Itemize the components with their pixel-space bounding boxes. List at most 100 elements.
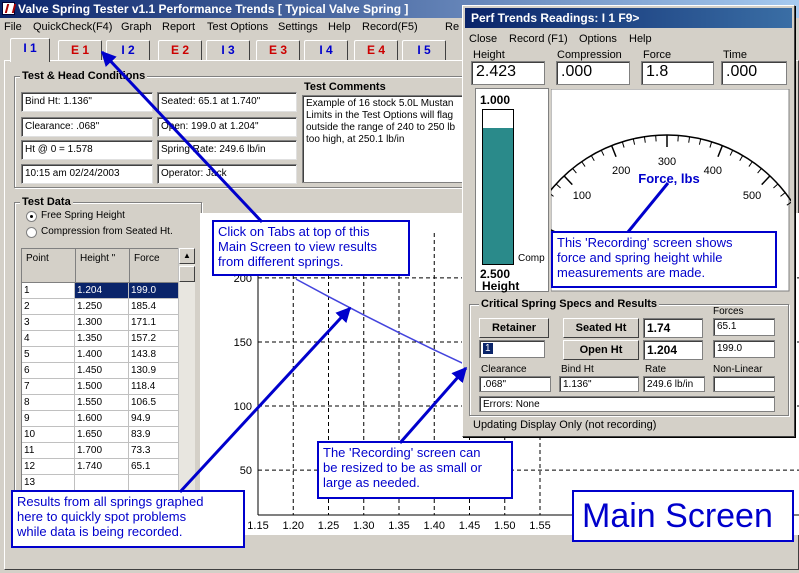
perf-menu-record[interactable]: Record (F1) <box>509 33 568 45</box>
height-readout: 2.423 <box>471 61 545 85</box>
clearance-field[interactable]: Clearance: .068" <box>21 117 153 137</box>
open-force-value[interactable]: 199.0 <box>713 340 775 358</box>
menu-settings[interactable]: Settings <box>278 18 318 36</box>
menu-partial[interactable]: Re <box>445 18 459 36</box>
cell-force[interactable]: 171.1 <box>129 315 179 331</box>
cell-point[interactable]: 9 <box>22 411 75 427</box>
open-ht-value[interactable]: 1.204 <box>643 340 703 360</box>
menu-report[interactable]: Report <box>162 18 195 36</box>
cell-height[interactable]: 1.500 <box>75 379 129 395</box>
cell-point[interactable]: 6 <box>22 363 75 379</box>
tab-i5[interactable]: I 5 <box>402 40 446 60</box>
tab-i3[interactable]: I 3 <box>206 40 250 60</box>
cell-force[interactable]: 83.9 <box>129 427 179 443</box>
seated-force-value[interactable]: 65.1 <box>713 318 775 336</box>
cell-point[interactable]: 2 <box>22 299 75 315</box>
specs-title: Critical Spring Specs and Results <box>479 298 660 310</box>
seated-ht-value[interactable]: 1.74 <box>643 318 703 338</box>
data-grid[interactable]: Point Height " Force 1 1.204 199.0 2 1.250 18… <box>21 248 195 493</box>
radio-compression[interactable] <box>26 227 37 238</box>
height-bar <box>482 109 514 265</box>
bind-ht-field[interactable]: Bind Ht: 1.136" <box>21 92 153 112</box>
menu-file[interactable]: File <box>4 18 22 36</box>
tab-e3[interactable]: E 3 <box>256 40 300 60</box>
tab-i4[interactable]: I 4 <box>304 40 348 60</box>
cell-point[interactable]: 10 <box>22 427 75 443</box>
retainer-value[interactable]: 1 <box>479 340 545 358</box>
cell-height[interactable]: 1.740 <box>75 459 129 475</box>
cell-force[interactable]: 106.5 <box>129 395 179 411</box>
cell-height[interactable]: 1.204 <box>75 283 129 299</box>
grid-scrollbar[interactable]: ▲ <box>178 248 195 493</box>
cell-height[interactable]: 1.300 <box>75 315 129 331</box>
errors-field: Errors: None <box>479 396 775 412</box>
seated-field[interactable]: Seated: 65.1 at 1.740" <box>157 92 297 112</box>
perf-menu-options[interactable]: Options <box>579 33 617 45</box>
comments-box[interactable]: Example of 16 stock 5.0L Mustan Limits i… <box>302 95 465 183</box>
tab-e4[interactable]: E 4 <box>354 40 398 60</box>
main-screen-label: Main Screen <box>572 490 794 542</box>
scroll-up-icon[interactable]: ▲ <box>179 248 195 264</box>
tab-i1[interactable]: I 1 <box>10 38 50 62</box>
tab-e1[interactable]: E 1 <box>58 40 102 60</box>
seated-ht-label: Seated Ht <box>563 318 639 338</box>
perf-readings-window[interactable]: Perf Trends Readings: I 1 F9> Close Reco… <box>462 5 795 437</box>
y-tick-label: 100 <box>234 401 252 413</box>
cell-force[interactable]: 199.0 <box>129 283 179 299</box>
cell-force[interactable]: 157.2 <box>129 331 179 347</box>
cell-force[interactable]: 185.4 <box>129 299 179 315</box>
x-tick-label: 1.45 <box>459 520 480 532</box>
cell-height[interactable]: 1.600 <box>75 411 129 427</box>
cell-point[interactable]: 1 <box>22 283 75 299</box>
menu-quickcheck[interactable]: QuickCheck(F4) <box>33 18 112 36</box>
ht-at-zero-field[interactable]: Ht @ 0 = 1.578 <box>21 140 153 160</box>
main-window: Valve Spring Tester v1.1 Performance Tre… <box>0 0 799 573</box>
perf-menu-help[interactable]: Help <box>629 33 652 45</box>
scroll-thumb[interactable] <box>179 266 195 282</box>
rate-value[interactable]: 249.6 lb/in <box>643 376 705 392</box>
cell-height[interactable]: 1.700 <box>75 443 129 459</box>
operator-field[interactable]: Operator: Jack <box>157 164 297 184</box>
cell-height[interactable] <box>75 475 129 491</box>
cell-force[interactable]: 94.9 <box>129 411 179 427</box>
cell-point[interactable]: 13 <box>22 475 75 491</box>
spring-rate-field[interactable]: Spring Rate: 249.6 lb/in <box>157 140 297 160</box>
nonlinear-value[interactable] <box>713 376 775 392</box>
cell-height[interactable]: 1.250 <box>75 299 129 315</box>
cell-point[interactable]: 3 <box>22 315 75 331</box>
gauge-tick-label: 100 <box>573 190 591 202</box>
tab-i2[interactable]: I 2 <box>106 40 150 60</box>
cell-height[interactable]: 1.450 <box>75 363 129 379</box>
datetime-field[interactable]: 10:15 am 02/24/2003 <box>21 164 153 184</box>
menu-graph[interactable]: Graph <box>121 18 152 36</box>
menu-record[interactable]: Record(F5) <box>362 18 418 36</box>
menu-test-options[interactable]: Test Options <box>207 18 268 36</box>
cell-height[interactable]: 1.350 <box>75 331 129 347</box>
tab-e2[interactable]: E 2 <box>158 40 202 60</box>
cell-point[interactable]: 4 <box>22 331 75 347</box>
cell-point[interactable]: 11 <box>22 443 75 459</box>
cell-point[interactable]: 7 <box>22 379 75 395</box>
cell-point[interactable]: 8 <box>22 395 75 411</box>
cell-force[interactable]: 143.8 <box>129 347 179 363</box>
cell-force[interactable] <box>129 475 179 491</box>
radio-free-height[interactable] <box>26 211 37 222</box>
open-field[interactable]: Open: 199.0 at 1.204" <box>157 117 297 137</box>
cell-height[interactable]: 1.650 <box>75 427 129 443</box>
cell-height[interactable]: 1.400 <box>75 347 129 363</box>
cell-force[interactable]: 130.9 <box>129 363 179 379</box>
cell-height[interactable]: 1.550 <box>75 395 129 411</box>
perf-title-bar[interactable]: Perf Trends Readings: I 1 F9> <box>465 8 792 28</box>
bind-ht-value[interactable]: 1.136" <box>559 376 639 392</box>
callout-graphs: Results from all springs graphed here to … <box>11 490 245 548</box>
perf-menu-close[interactable]: Close <box>469 33 497 45</box>
cell-point[interactable]: 12 <box>22 459 75 475</box>
perf-menu: Close Record (F1) Options Help <box>469 33 789 47</box>
cell-force[interactable]: 118.4 <box>129 379 179 395</box>
clearance-value[interactable]: .068" <box>479 376 551 392</box>
menu-help[interactable]: Help <box>328 18 351 36</box>
cell-force[interactable]: 65.1 <box>129 459 179 475</box>
comment-line: too high, at 250.1 lb/in <box>306 134 405 145</box>
cell-point[interactable]: 5 <box>22 347 75 363</box>
cell-force[interactable]: 73.3 <box>129 443 179 459</box>
